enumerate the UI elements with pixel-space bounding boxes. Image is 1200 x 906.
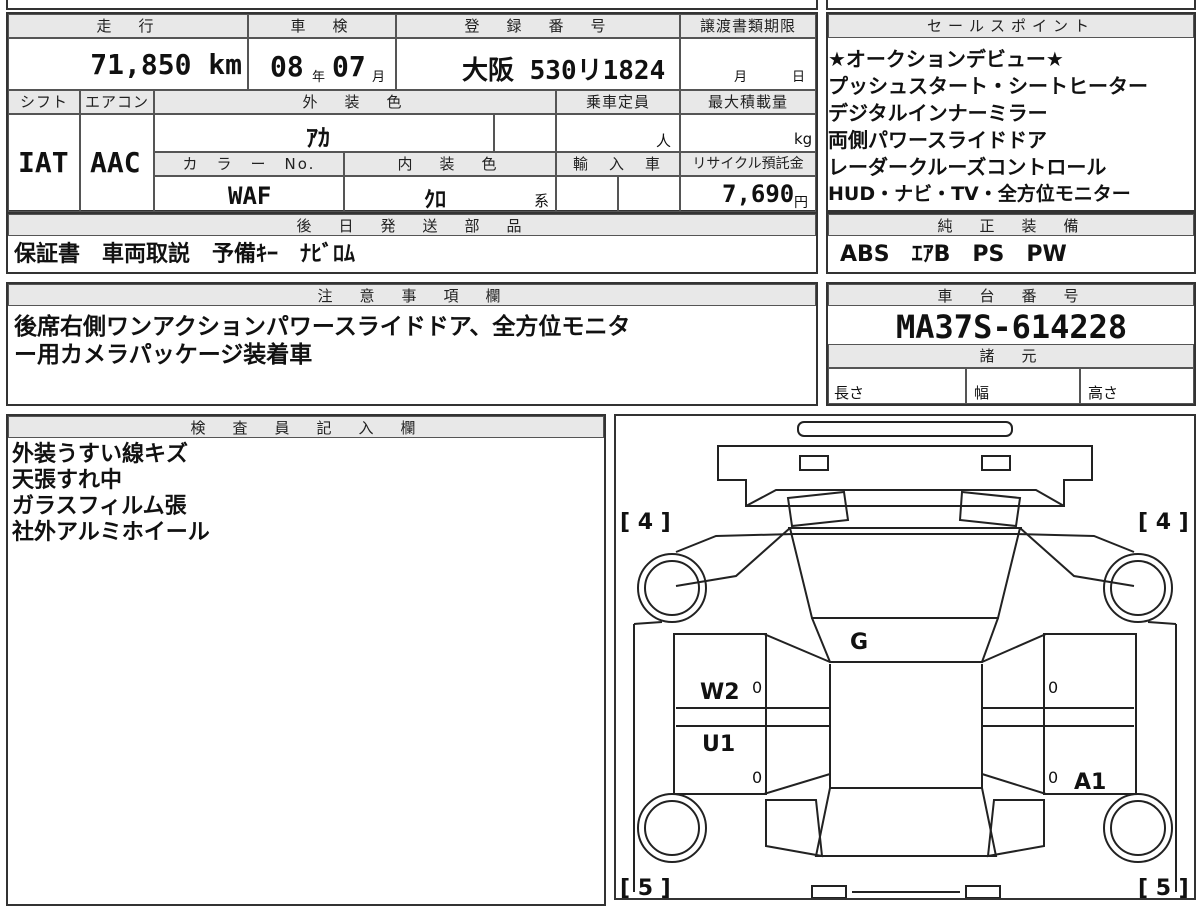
color-no-header: カ ラ ー No. <box>154 152 344 176</box>
shift-header: シフト <box>8 90 80 114</box>
interior-color-cell <box>344 176 556 212</box>
genuine-equipment-value: ABS ｴｱB PS PW <box>840 242 1067 267</box>
recycle-unit: 円 <box>794 195 808 211</box>
tire-top-right-label: [ 4 ] <box>1138 510 1189 535</box>
exterior-color-header: 外 装 色 <box>154 90 556 114</box>
deadline-header: 譲渡書類期限 <box>680 14 816 38</box>
aircon-header: エアコン <box>80 90 154 114</box>
exterior-color-value: ｱｶ <box>306 124 330 152</box>
inspector-line-1: 外装うすい線キズ <box>12 442 189 467</box>
zero-mark-4: 0 <box>1048 768 1059 787</box>
car-outline-svg <box>633 421 1177 898</box>
interior-color-header: 内 装 色 <box>344 152 556 176</box>
aircon-value: AAC <box>90 146 141 179</box>
chassis-number: MA37S-614228 <box>896 308 1128 346</box>
later-parts-value: 保証書 車両取説 予備ｷｰ ﾅﾋﾞﾛﾑ <box>14 242 356 267</box>
height-label: 高さ <box>1088 384 1119 402</box>
damage-mark-g: G <box>850 630 869 655</box>
import-header: 輸 入 車 <box>556 152 680 176</box>
inspector-line-3: ガラスフィルム張 <box>12 494 187 519</box>
chassis-header: 車 台 番 号 <box>828 284 1194 306</box>
sales-point-4: 両側パワースライドドア <box>828 128 1047 152</box>
top-cutoff-row <box>6 0 818 10</box>
import-cell-a <box>556 176 618 212</box>
sales-point-5: レーダークルーズコントロール <box>828 155 1107 179</box>
notes-header: 注 意 事 項 欄 <box>8 284 816 306</box>
damage-mark-w2: W2 <box>700 680 740 705</box>
length-label: 長さ <box>834 384 865 402</box>
tire-bottom-right-label: [ 5 ] <box>1138 876 1189 901</box>
inspection-month: 07 <box>332 50 366 83</box>
sales-point-2: プッシュスタート・シートヒーター <box>828 74 1148 98</box>
sales-point-6: HUD・ナビ・TV・全方位モニター <box>828 183 1131 205</box>
sales-points-header: セールスポイント <box>828 14 1194 38</box>
shift-value: IAT <box>18 146 69 179</box>
mileage-header: 走 行 <box>8 14 248 38</box>
inspector-header: 検 査 員 記 入 欄 <box>8 416 604 438</box>
damage-mark-a1: A1 <box>1074 770 1107 795</box>
import-cell-b <box>618 176 680 212</box>
interior-color-value: ｸﾛ <box>424 188 447 213</box>
tire-bottom-left-label: [ 5 ] <box>620 876 671 901</box>
genuine-equipment-header: 純 正 装 備 <box>828 214 1194 236</box>
later-parts-header: 後 日 発 送 部 品 <box>8 214 816 236</box>
zero-mark-3: 0 <box>752 768 763 787</box>
load-unit: kg <box>794 130 813 148</box>
specs-header: 諸 元 <box>828 344 1194 368</box>
year-unit: 年 <box>312 70 326 85</box>
inspector-line-2: 天張すれ中 <box>12 468 123 493</box>
color-no-value: WAF <box>228 182 272 210</box>
damage-mark-u1: U1 <box>702 732 736 757</box>
top-cutoff-right <box>826 0 1196 10</box>
deadline-month-unit: 月 <box>734 70 748 85</box>
recycle-header: リサイクル預託金 <box>680 152 816 176</box>
max-load-header: 最大積載量 <box>680 90 816 114</box>
sales-point-1: ★オークションデビュー★ <box>828 47 1064 71</box>
interior-suffix: 系 <box>534 192 550 210</box>
vehicle-damage-diagram: [ 4 ] [ 4 ] [ 5 ] [ 5 ] G W2 U1 A1 0 0 0… <box>614 414 1196 901</box>
notes-line-2: ー用カメラパッケージ装着車 <box>14 342 313 368</box>
mileage-value: 71,850 km <box>90 48 242 81</box>
tire-top-left-label: [ 4 ] <box>620 510 671 535</box>
notes-line-1: 後席右側ワンアクションパワースライドドア、全方位モニタ <box>14 314 631 340</box>
width-label: 幅 <box>974 384 990 402</box>
capacity-header: 乗車定員 <box>556 90 680 114</box>
registration-value: 大阪 530リ1824 <box>462 56 666 86</box>
inspection-year: 08 <box>270 50 304 83</box>
sales-point-3: デジタルインナーミラー <box>828 101 1048 125</box>
inspector-line-4: 社外アルミホイール <box>12 520 210 545</box>
exterior-color-extra <box>494 114 556 152</box>
deadline-day-unit: 日 <box>792 70 806 85</box>
inspection-header: 車 検 <box>248 14 396 38</box>
month-unit: 月 <box>372 70 386 85</box>
zero-mark-2: 0 <box>1048 678 1059 697</box>
zero-mark-1: 0 <box>752 678 763 697</box>
capacity-unit: 人 <box>656 132 672 150</box>
recycle-fee: 7,690 <box>722 180 795 208</box>
registration-header: 登 録 番 号 <box>396 14 680 38</box>
